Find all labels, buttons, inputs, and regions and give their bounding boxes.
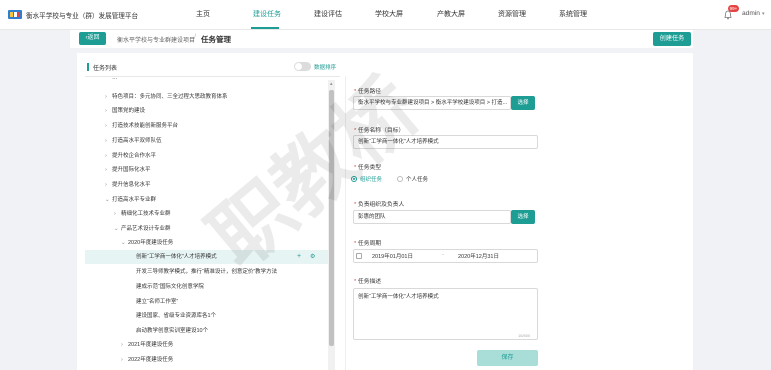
settings-icon[interactable]: ⚙ <box>310 250 315 264</box>
tree-node[interactable]: 建立“名师工作室” <box>85 295 328 309</box>
tree-node[interactable]: › 提升信息化水平 <box>85 178 328 192</box>
save-button[interactable]: 保存 <box>477 350 538 366</box>
nav-active-underline <box>251 27 279 29</box>
sort-toggle-label: 数据排序 <box>314 65 337 71</box>
tree-node[interactable]: 开发三导师教学模式，推行“精准设计，创意定价”教学方法 <box>85 265 328 279</box>
tree-node[interactable]: › 精细化工技术专业群 <box>85 207 328 221</box>
date-start: 2019年01月01日 <box>372 254 413 260</box>
scroll-up-icon[interactable]: ▲ <box>329 81 333 86</box>
tree-node-selected[interactable]: 创新“工学商一体化”人才培养模式 + ⚙ <box>85 250 328 264</box>
desc-label: * 任务描述 <box>354 279 382 285</box>
radio-personal-task[interactable] <box>397 176 403 182</box>
nav-tasks[interactable]: 建设任务 <box>253 0 281 30</box>
calendar-icon <box>356 253 362 259</box>
nav-evaluation[interactable]: 建设评估 <box>314 0 342 30</box>
brand-title: 衡水平学校与专业（群）发展管理平台 <box>26 13 139 20</box>
period-label: * 任务周期 <box>354 241 382 247</box>
add-icon[interactable]: + <box>297 250 301 264</box>
leader-field[interactable]: 彭惠的团队 <box>353 210 511 224</box>
leader-select-button[interactable]: 选择 <box>511 210 535 224</box>
task-tree: … › 特色项目：多元协同、三全过程大思政教育体系 › 国策党的建设 › 打造技术技能… <box>85 77 328 370</box>
user-name[interactable]: admin <box>742 10 760 17</box>
nav-system[interactable]: 系统管理 <box>559 0 587 30</box>
radio-org-task-label[interactable]: 组织任务 <box>360 175 382 183</box>
tree-node[interactable]: › 2022年度建设任务 <box>85 353 328 367</box>
scrollbar-thumb[interactable] <box>329 90 334 346</box>
toggle-knob <box>295 63 302 70</box>
tree-node[interactable]: › 国策党的建设 <box>85 104 328 118</box>
type-label: * 任务类型 <box>354 165 382 171</box>
desc-textarea[interactable]: 创新“工学商一体化”人才培养模式 <box>353 288 538 340</box>
tree-node[interactable]: › 打造技术技能创新服务平台 <box>85 119 328 133</box>
nav-home[interactable]: 主页 <box>196 0 210 30</box>
logo-icon <box>8 10 22 19</box>
breadcrumb[interactable]: 衡水平学校与专业群建设项目 <box>117 35 195 44</box>
tree-node[interactable]: ⌄ 产品艺术设计专业群 <box>85 222 328 236</box>
radio-org-task[interactable] <box>351 176 357 182</box>
name-field[interactable]: 创新“工学商一体化”人才培养模式 <box>353 135 538 149</box>
leader-label: * 负责组织及负责人 <box>354 202 405 208</box>
notification-badge: 99+ <box>728 5 739 12</box>
tree-node[interactable]: … <box>85 77 328 85</box>
chevron-down-icon[interactable]: ▾ <box>762 11 765 17</box>
name-label: * 任务名称（目标） <box>354 128 405 134</box>
tree-node[interactable]: ⌄ 2020年度建设任务 <box>85 236 328 250</box>
tree-node[interactable]: › 特色项目：多元协同、三全过程大思政教育体系 <box>85 90 328 104</box>
task-list-title: 任务列表 <box>93 66 118 72</box>
tree-node[interactable]: › 2021年度建设任务 <box>85 338 328 352</box>
page-title: 任务管理 <box>201 35 231 44</box>
path-field[interactable]: 衡水平学校与专业群建设项目 > 衡水平学校建设项目 > 打造... <box>353 96 511 110</box>
tree-node[interactable]: 建设国家、省级专业资源库各1个 <box>85 309 328 323</box>
tree-node[interactable]: › 打造高水平双师队伍 <box>85 134 328 148</box>
nav-industry-screen[interactable]: 产教大屏 <box>437 0 465 30</box>
tree-node[interactable]: 建成示范“国际文化创意学院 <box>85 280 328 294</box>
create-task-button[interactable]: 创建任务 <box>653 32 691 46</box>
path-select-button[interactable]: 选择 <box>511 96 535 110</box>
char-count: 16/500 <box>518 333 531 338</box>
breadcrumb-separator: / <box>194 34 196 41</box>
nav-resources[interactable]: 资源管理 <box>498 0 526 30</box>
tree-node[interactable]: › 提升校企合作水平 <box>85 149 328 163</box>
tree-node[interactable]: 启动教学创意实训室建设10个 <box>85 324 328 338</box>
tree-node[interactable]: ⌄ 打造高水平专业群 <box>85 193 328 207</box>
date-separator: - <box>442 252 444 258</box>
date-end: 2020年12月31日 <box>458 254 499 260</box>
tree-node[interactable]: › 提升国际化水平 <box>85 163 328 177</box>
title-accent-bar <box>87 63 89 71</box>
panel-divider <box>345 76 346 370</box>
nav-school-screen[interactable]: 学校大屏 <box>375 0 403 30</box>
path-label: * 任务路径 <box>354 89 382 95</box>
radio-personal-task-label[interactable]: 个人任务 <box>406 175 428 183</box>
back-button[interactable]: ‹返回 <box>79 32 106 45</box>
